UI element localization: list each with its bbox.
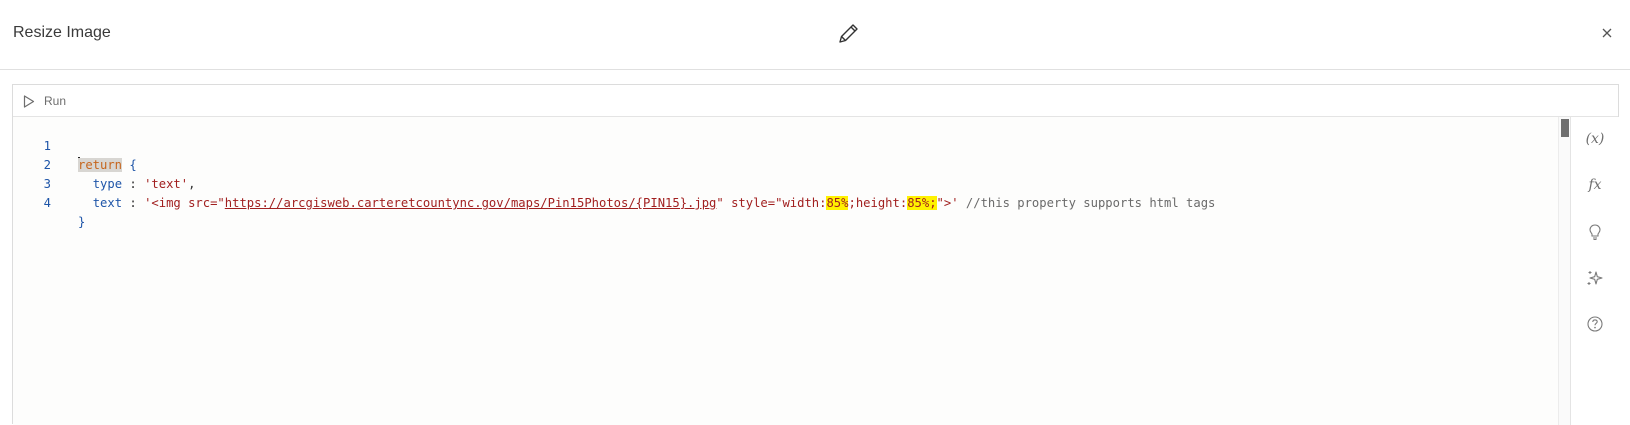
code-line: 2 type : 'text', <box>13 137 1553 191</box>
code-editor-panel: Run 1 return { 2 type : 'text', 3 text :… <box>12 84 1619 425</box>
dialog-title: Resize Image <box>13 24 111 41</box>
close-brace: } <box>78 215 86 229</box>
property-text: text <box>92 196 123 210</box>
code-line: 4 } <box>13 175 1553 229</box>
string-open: '<img src=" <box>144 196 225 210</box>
run-button[interactable]: Run <box>23 92 66 110</box>
string-close: ">' <box>936 196 959 210</box>
scrollbar-thumb[interactable] <box>1561 119 1569 137</box>
assistant-icon[interactable] <box>1584 267 1606 289</box>
code-text-area[interactable]: 1 return { 2 type : 'text', 3 text : '<i… <box>13 117 1558 425</box>
help-icon[interactable] <box>1584 313 1606 335</box>
pencil-icon[interactable] <box>835 21 861 47</box>
highlighted-width: 85% <box>826 196 849 210</box>
separator: : <box>122 196 145 210</box>
string-style: " style="width: <box>716 196 827 210</box>
editor-toolbar: Run <box>13 85 1618 117</box>
dialog-header: Resize Image <box>0 0 1630 70</box>
vertical-scrollbar[interactable] <box>1558 117 1570 425</box>
code-line: 3 text : '<img src="https://arcgisweb.ca… <box>13 156 1553 210</box>
line-number: 4 <box>43 196 51 210</box>
run-label: Run <box>44 94 67 108</box>
suggestions-icon[interactable] <box>1584 221 1606 243</box>
play-icon <box>23 94 35 108</box>
image-url-link[interactable]: https://arcgisweb.carteretcountync.gov/m… <box>225 196 717 210</box>
close-icon[interactable] <box>1600 26 1614 40</box>
string-height: ;height: <box>848 196 908 210</box>
variables-icon[interactable]: (x) <box>1584 128 1606 150</box>
functions-icon[interactable]: fx <box>1584 174 1606 196</box>
code-comment: //this property supports html tags <box>958 196 1216 210</box>
editor-sidebar: (x) fx <box>1570 117 1619 425</box>
code-line: 1 return { <box>13 118 1553 172</box>
highlighted-height: 85%; <box>907 196 937 210</box>
